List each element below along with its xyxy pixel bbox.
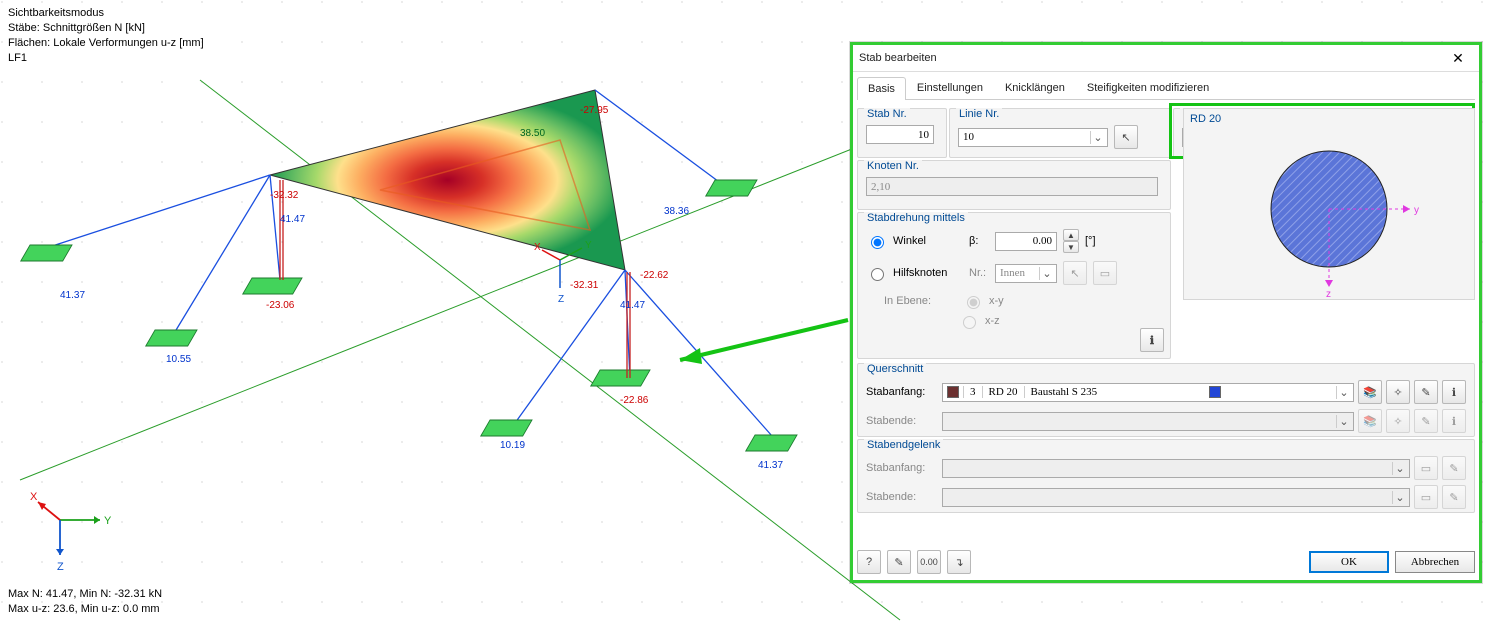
new-node-button: ▭: [1093, 261, 1117, 285]
svg-text:X: X: [534, 242, 541, 253]
qs-lib-button[interactable]: 📚: [1358, 380, 1382, 404]
qs-info-button[interactable]: ℹ: [1442, 380, 1466, 404]
beta-up[interactable]: ▲: [1063, 229, 1079, 241]
pick-line-button[interactable]: ↖: [1114, 125, 1138, 149]
viewport-info-top: SichtbarkeitsmodusStäbe: Schnittgrößen N…: [8, 6, 204, 65]
hilfsknoten-combo: Innen⌄: [995, 264, 1057, 283]
knoten-nr-label: Knoten Nr.: [864, 160, 922, 172]
export-button[interactable]: ↴: [947, 550, 971, 574]
svg-text:y: y: [1414, 205, 1419, 216]
dialog-tabs: Basis Einstellungen Knicklängen Steifigk…: [857, 76, 1475, 100]
tab-basis[interactable]: Basis: [857, 77, 906, 100]
svg-text:Z: Z: [558, 294, 564, 305]
svg-text:Y: Y: [585, 240, 592, 251]
linie-nr-label: Linie Nr.: [956, 108, 1002, 120]
edit-member-dialog: Stab bearbeiten ✕ Basis Einstellungen Kn…: [850, 42, 1482, 583]
viewport-info-bottom: Max N: 41.47, Min N: -32.31 kNMax u-z: 2…: [8, 587, 162, 617]
help-button[interactable]: ?: [857, 550, 881, 574]
linie-nr-combo[interactable]: 10⌄: [958, 128, 1108, 147]
units-button[interactable]: 0.00: [917, 550, 941, 574]
qs-ende-combo: ⌄: [942, 412, 1354, 431]
hilfsknoten-radio[interactable]: [866, 265, 887, 281]
tab-knicklaengen[interactable]: Knicklängen: [994, 76, 1076, 99]
winkel-radio[interactable]: [866, 233, 887, 249]
ok-button[interactable]: OK: [1309, 551, 1389, 573]
preview-title: RD 20: [1184, 109, 1474, 129]
stabdrehung-label: Stabdrehung mittels: [864, 212, 968, 224]
section-preview: RD 20 y z: [1183, 108, 1475, 300]
querschnitt-label: Querschnitt: [864, 363, 926, 375]
sg-anfang-combo: ⌄: [942, 459, 1410, 478]
beta-input[interactable]: [995, 232, 1057, 251]
tab-einstellungen[interactable]: Einstellungen: [906, 76, 994, 99]
tab-steifigkeiten[interactable]: Steifigkeiten modifizieren: [1076, 76, 1220, 99]
qs-new-button[interactable]: ✧: [1386, 380, 1410, 404]
comment-button[interactable]: ✎: [887, 550, 911, 574]
stab-nr-label: Stab Nr.: [864, 108, 910, 120]
axis-x-label: X: [30, 491, 38, 503]
sg-ende-combo: ⌄: [942, 488, 1410, 507]
qs-edit-button[interactable]: ✎: [1414, 380, 1438, 404]
axis-y-label: Y: [104, 515, 112, 527]
beta-down[interactable]: ▼: [1063, 241, 1079, 253]
rotation-info-button[interactable]: ℹ: [1140, 328, 1164, 352]
stabendgelenk-label: Stabendgelenk: [864, 439, 943, 451]
pick-node-button: ↖: [1063, 261, 1087, 285]
axis-z-label: Z: [57, 561, 64, 573]
close-button[interactable]: ✕: [1443, 49, 1473, 67]
svg-text:z: z: [1326, 289, 1331, 297]
knoten-nr-input: [866, 177, 1158, 196]
cancel-button[interactable]: Abbrechen: [1395, 551, 1475, 573]
qs-anfang-combo[interactable]: 3 RD 20 Baustahl S 235 ⌄: [942, 383, 1354, 402]
stab-nr-input[interactable]: [866, 125, 934, 144]
dialog-title: Stab bearbeiten: [859, 52, 1443, 64]
